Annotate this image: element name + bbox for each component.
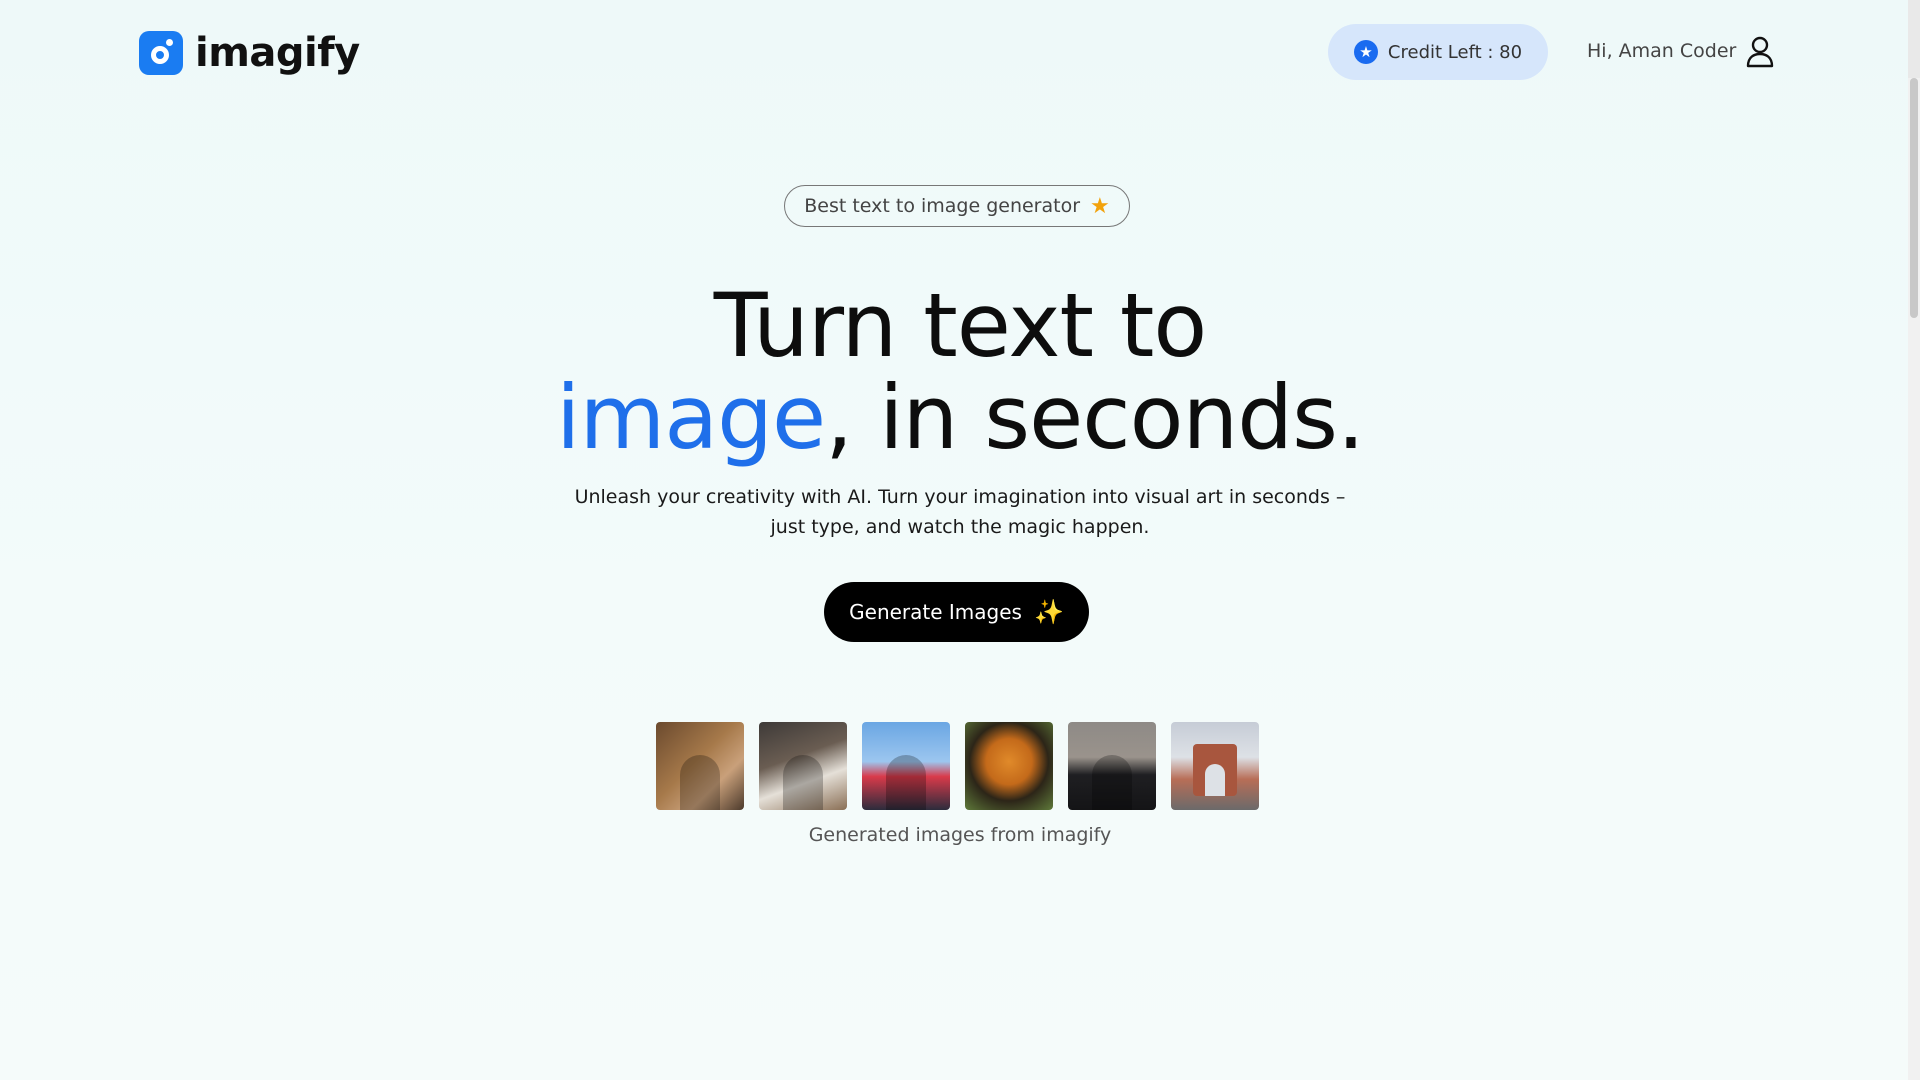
headline-rest: , in seconds. (825, 366, 1365, 469)
generate-images-label: Generate Images (849, 600, 1022, 624)
star-badge-icon: ★ (1353, 40, 1378, 64)
sample-image[interactable] (759, 722, 847, 810)
sample-image[interactable] (1068, 722, 1156, 810)
headline-accent: image (556, 366, 826, 469)
scrollbar-track-top (1908, 0, 1920, 78)
sample-image[interactable] (862, 722, 950, 810)
tagline-badge: Best text to image generator ★ (784, 185, 1130, 227)
logo-text: imagify (195, 30, 360, 76)
credit-label: Credit Left : 80 (1387, 41, 1523, 63)
headline-line1: Turn text to (713, 274, 1208, 377)
star-icon: ★ (1090, 193, 1110, 219)
sample-image[interactable] (1171, 722, 1259, 810)
user-greeting: Hi, Aman Coder (1587, 40, 1737, 62)
credit-button[interactable]: ★ Credit Left : 80 (1328, 24, 1548, 80)
scrollbar[interactable] (1908, 0, 1920, 1080)
page-title: Turn text to image, in seconds. (0, 280, 1920, 464)
sample-gallery (656, 722, 1259, 810)
sparkle-icon: ✨ (1033, 598, 1064, 626)
sample-image[interactable] (965, 722, 1053, 810)
hero-description: Unleash your creativity with AI. Turn yo… (560, 482, 1360, 542)
gallery-caption: Generated images from imagify (808, 824, 1112, 846)
user-icon[interactable] (1746, 36, 1774, 68)
sample-image[interactable] (656, 722, 744, 810)
hero-description-line1: Unleash your creativity with AI. Turn yo… (574, 486, 1346, 508)
tagline-text: Best text to image generator (804, 195, 1081, 217)
hero-description-line2: just type, and watch the magic happen. (770, 516, 1150, 538)
logo[interactable]: imagify (139, 30, 360, 76)
logo-icon (139, 31, 183, 75)
generate-images-button[interactable]: Generate Images ✨ (824, 582, 1089, 642)
